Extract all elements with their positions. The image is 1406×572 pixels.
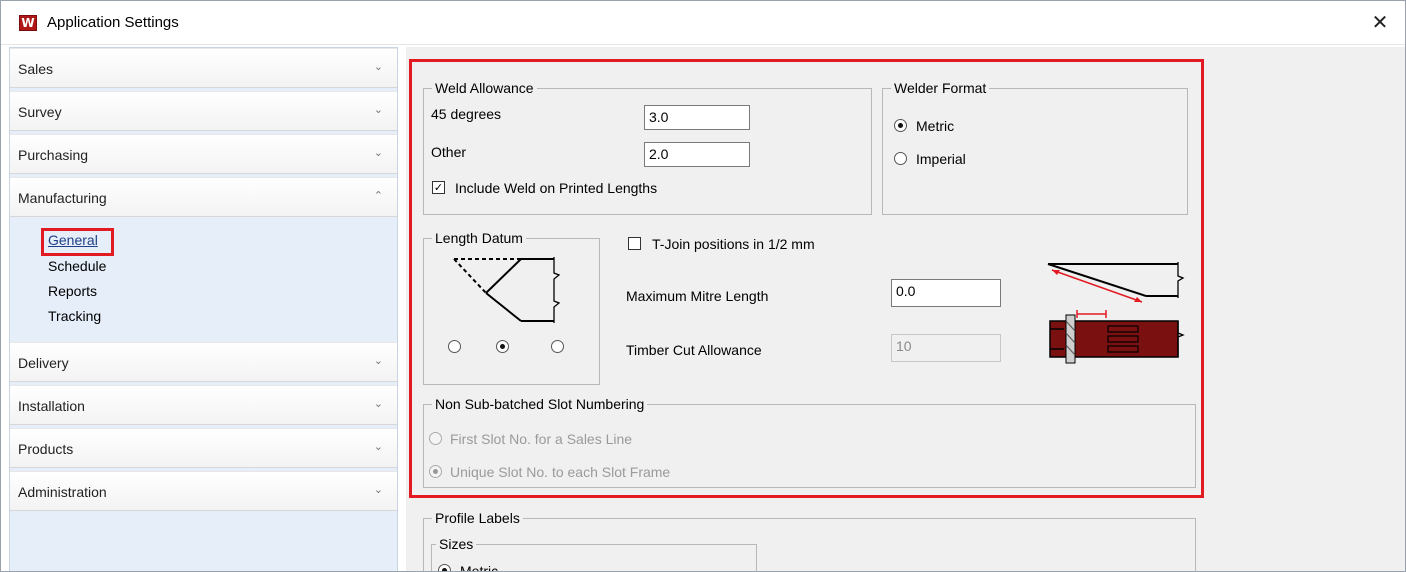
window-title: Application Settings — [47, 14, 179, 31]
chevron-down-icon: ⌄ — [373, 483, 383, 496]
sidebar-section-label: Products — [18, 441, 74, 457]
sidebar-section-installation[interactable]: Installation ⌄ — [10, 385, 397, 425]
chevron-down-icon: ⌄ — [373, 397, 383, 410]
application-settings-window: W Application Settings ✕ Sales ⌄ Survey … — [0, 0, 1406, 572]
title-bar: W Application Settings ✕ — [1, 1, 1405, 45]
sidebar-section-label: Survey — [18, 104, 62, 120]
sidebar-section-administration[interactable]: Administration ⌄ — [10, 471, 397, 511]
chevron-down-icon: ⌄ — [373, 440, 383, 453]
sidebar-section-label: Installation — [18, 398, 85, 414]
highlight-frame — [409, 59, 1204, 498]
sidebar-section-manufacturing[interactable]: Manufacturing ⌃ — [10, 177, 397, 217]
active-item-highlight — [41, 228, 114, 256]
close-icon[interactable]: ✕ — [1367, 9, 1393, 35]
sidebar-section-label: Sales — [18, 61, 54, 77]
sidebar-section-products[interactable]: Products ⌄ — [10, 428, 397, 468]
sidebar-section-sales[interactable]: Sales ⌄ — [10, 48, 397, 88]
sidebar-item-tracking[interactable]: Tracking — [48, 308, 101, 324]
app-logo-icon: W — [19, 15, 37, 31]
sidebar-section-label: Administration — [18, 484, 107, 500]
group-title: Sizes — [436, 536, 477, 552]
chevron-down-icon: ⌄ — [373, 60, 383, 73]
sidebar-section-label: Manufacturing — [18, 190, 107, 206]
profile-metric-radio[interactable] — [438, 564, 451, 571]
chevron-down-icon: ⌄ — [373, 103, 383, 116]
settings-sidebar: Sales ⌄ Survey ⌄ Purchasing ⌄ Manufactur… — [9, 47, 398, 571]
sidebar-item-schedule[interactable]: Schedule — [48, 258, 106, 274]
sidebar-section-purchasing[interactable]: Purchasing ⌄ — [10, 134, 397, 174]
chevron-down-icon: ⌄ — [373, 146, 383, 159]
sidebar-item-reports[interactable]: Reports — [48, 283, 97, 299]
chevron-down-icon: ⌄ — [373, 354, 383, 367]
sidebar-section-label: Delivery — [18, 355, 69, 371]
sidebar-section-survey[interactable]: Survey ⌄ — [10, 91, 397, 131]
chevron-up-icon: ⌃ — [373, 189, 383, 202]
sidebar-section-label: Purchasing — [18, 147, 89, 163]
group-title: Profile Labels — [432, 510, 523, 526]
profile-metric-label: Metric — [460, 563, 499, 572]
sidebar-section-delivery[interactable]: Delivery ⌄ — [10, 342, 397, 382]
